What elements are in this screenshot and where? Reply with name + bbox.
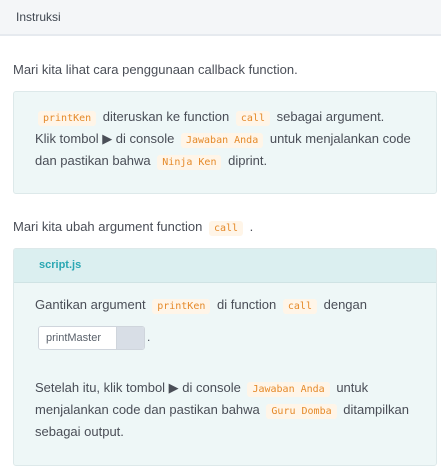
task-line-4: sebagai output. (35, 424, 124, 439)
text: Klik tombol ▶ di console (35, 131, 175, 146)
text: di function (217, 297, 277, 312)
task-line-1: Gantikan argument printKen di function c… (35, 294, 367, 318)
code-ninja-ken: Ninja Ken (157, 155, 222, 170)
instructions-header: Instruksi (0, 0, 441, 36)
code-printken: printKen (152, 299, 211, 314)
answer-check-button[interactable] (116, 327, 144, 349)
period: . (147, 330, 151, 344)
text: . (249, 219, 254, 234)
code-call: call (282, 299, 317, 314)
code-call: call (208, 221, 244, 236)
text: Mari kita ubah argument function (13, 219, 203, 234)
info-line-3: dan pastikan bahwa Ninja Ken diprint. (35, 150, 267, 174)
code-call: call (235, 111, 270, 126)
header-title: Instruksi (16, 10, 61, 24)
info-line-2: Klik tombol ▶ di console Jawaban Anda un… (35, 128, 411, 152)
info-line-1: printKen diteruskan ke function call seb… (35, 106, 384, 130)
code-jawaban-anda: Jawaban Anda (180, 133, 264, 148)
text: dan pastikan bahwa (35, 153, 151, 168)
text: Gantikan argument (35, 297, 146, 312)
text: diprint. (228, 153, 268, 168)
file-name: script.js (39, 259, 82, 271)
text: untuk (336, 380, 369, 395)
answer-input-group (38, 326, 145, 350)
text: ditampilkan (343, 402, 410, 417)
task-box-header: script.js (14, 249, 436, 283)
answer-input[interactable] (39, 327, 116, 349)
code-guru-domba: Guru Domba (266, 404, 337, 419)
text: untuk menjalankan code (269, 131, 411, 146)
text: menjalankan code dan pastikan bahwa (35, 402, 260, 417)
second-intro: Mari kita ubah argument function call . (13, 216, 253, 240)
text: sebagai argument. (276, 109, 385, 124)
intro-text: Mari kita lihat cara penggunaan callback… (13, 62, 298, 77)
task-line-3: menjalankan code dan pastikan bahwa Guru… (35, 399, 409, 423)
text: dengan (323, 297, 367, 312)
code-printken: printKen (38, 111, 97, 126)
code-jawaban-anda: Jawaban Anda (247, 382, 330, 397)
text: diteruskan ke function (102, 109, 230, 124)
text: Setelah itu, klik tombol ▶ di console (35, 380, 241, 395)
task-line-2: Setelah itu, klik tombol ▶ di console Ja… (35, 377, 368, 401)
